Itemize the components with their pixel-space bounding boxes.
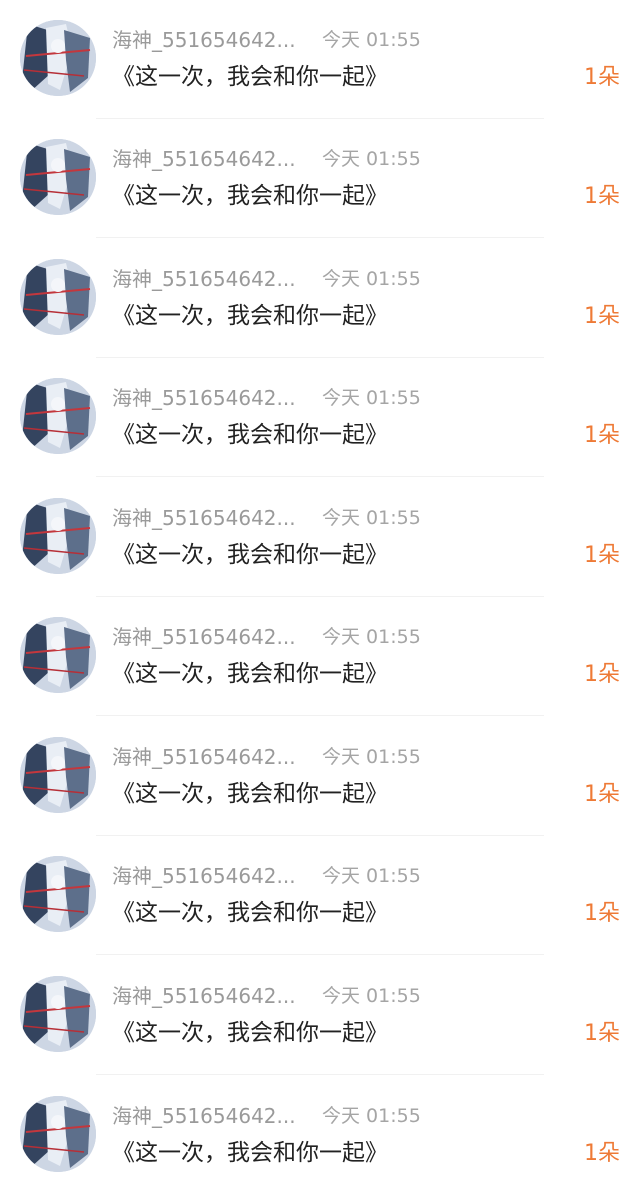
- avatar[interactable]: [20, 498, 96, 574]
- gift-record-list: 海神_551654642... 今天 01:55 《这一次，我会和你一起》 1朵…: [0, 0, 640, 1183]
- avatar-image: [20, 976, 96, 1052]
- avatar-image: [20, 259, 96, 335]
- avatar[interactable]: [20, 976, 96, 1052]
- list-item[interactable]: 海神_551654642... 今天 01:55 《这一次，我会和你一起》 1朵: [0, 597, 640, 717]
- gift-message: 《这一次，我会和你一起》: [112, 1140, 388, 1166]
- avatar[interactable]: [20, 259, 96, 335]
- avatar-image: [20, 617, 96, 693]
- username[interactable]: 海神_551654642...: [112, 506, 296, 530]
- avatar-image: [20, 856, 96, 932]
- list-item[interactable]: 海神_551654642... 今天 01:55 《这一次，我会和你一起》 1朵: [0, 478, 640, 598]
- gift-count: 1朵: [584, 65, 620, 90]
- timestamp: 今天 01:55: [322, 387, 421, 409]
- avatar[interactable]: [20, 617, 96, 693]
- list-item[interactable]: 海神_551654642... 今天 01:55 《这一次，我会和你一起》 1朵: [0, 1076, 640, 1183]
- timestamp: 今天 01:55: [322, 746, 421, 768]
- username[interactable]: 海神_551654642...: [112, 386, 296, 410]
- timestamp: 今天 01:55: [322, 29, 421, 51]
- gift-count: 1朵: [584, 662, 620, 687]
- gift-count: 1朵: [584, 782, 620, 807]
- gift-message: 《这一次，我会和你一起》: [112, 303, 388, 329]
- divider: [96, 1074, 544, 1075]
- gift-count: 1朵: [584, 304, 620, 329]
- gift-message: 《这一次，我会和你一起》: [112, 661, 388, 687]
- timestamp: 今天 01:55: [322, 507, 421, 529]
- gift-count: 1朵: [584, 423, 620, 448]
- list-item[interactable]: 海神_551654642... 今天 01:55 《这一次，我会和你一起》 1朵: [0, 358, 640, 478]
- username[interactable]: 海神_551654642...: [112, 745, 296, 769]
- username[interactable]: 海神_551654642...: [112, 147, 296, 171]
- username[interactable]: 海神_551654642...: [112, 864, 296, 888]
- gift-message: 《这一次，我会和你一起》: [112, 64, 388, 90]
- username[interactable]: 海神_551654642...: [112, 1104, 296, 1128]
- gift-message: 《这一次，我会和你一起》: [112, 542, 388, 568]
- gift-count: 1朵: [584, 1021, 620, 1046]
- gift-count: 1朵: [584, 184, 620, 209]
- username[interactable]: 海神_551654642...: [112, 625, 296, 649]
- avatar-image: [20, 1096, 96, 1172]
- gift-count: 1朵: [584, 543, 620, 568]
- list-item[interactable]: 海神_551654642... 今天 01:55 《这一次，我会和你一起》 1朵: [0, 956, 640, 1076]
- timestamp: 今天 01:55: [322, 148, 421, 170]
- gift-message: 《这一次，我会和你一起》: [112, 1020, 388, 1046]
- list-item[interactable]: 海神_551654642... 今天 01:55 《这一次，我会和你一起》 1朵: [0, 239, 640, 359]
- avatar[interactable]: [20, 139, 96, 215]
- avatar-image: [20, 737, 96, 813]
- avatar[interactable]: [20, 737, 96, 813]
- list-item[interactable]: 海神_551654642... 今天 01:55 《这一次，我会和你一起》 1朵: [0, 119, 640, 239]
- list-item[interactable]: 海神_551654642... 今天 01:55 《这一次，我会和你一起》 1朵: [0, 717, 640, 837]
- avatar-image: [20, 20, 96, 96]
- divider: [96, 476, 544, 477]
- gift-count: 1朵: [584, 901, 620, 926]
- gift-message: 《这一次，我会和你一起》: [112, 422, 388, 448]
- avatar-image: [20, 378, 96, 454]
- gift-message: 《这一次，我会和你一起》: [112, 781, 388, 807]
- timestamp: 今天 01:55: [322, 985, 421, 1007]
- list-item[interactable]: 海神_551654642... 今天 01:55 《这一次，我会和你一起》 1朵: [0, 0, 640, 120]
- avatar[interactable]: [20, 856, 96, 932]
- avatar-image: [20, 139, 96, 215]
- avatar[interactable]: [20, 20, 96, 96]
- avatar-image: [20, 498, 96, 574]
- gift-message: 《这一次，我会和你一起》: [112, 900, 388, 926]
- timestamp: 今天 01:55: [322, 268, 421, 290]
- divider: [96, 715, 544, 716]
- gift-count: 1朵: [584, 1141, 620, 1166]
- username[interactable]: 海神_551654642...: [112, 28, 296, 52]
- timestamp: 今天 01:55: [322, 1105, 421, 1127]
- timestamp: 今天 01:55: [322, 865, 421, 887]
- divider: [96, 954, 544, 955]
- timestamp: 今天 01:55: [322, 626, 421, 648]
- list-item[interactable]: 海神_551654642... 今天 01:55 《这一次，我会和你一起》 1朵: [0, 836, 640, 956]
- username[interactable]: 海神_551654642...: [112, 984, 296, 1008]
- gift-message: 《这一次，我会和你一起》: [112, 183, 388, 209]
- avatar[interactable]: [20, 378, 96, 454]
- username[interactable]: 海神_551654642...: [112, 267, 296, 291]
- divider: [96, 237, 544, 238]
- avatar[interactable]: [20, 1096, 96, 1172]
